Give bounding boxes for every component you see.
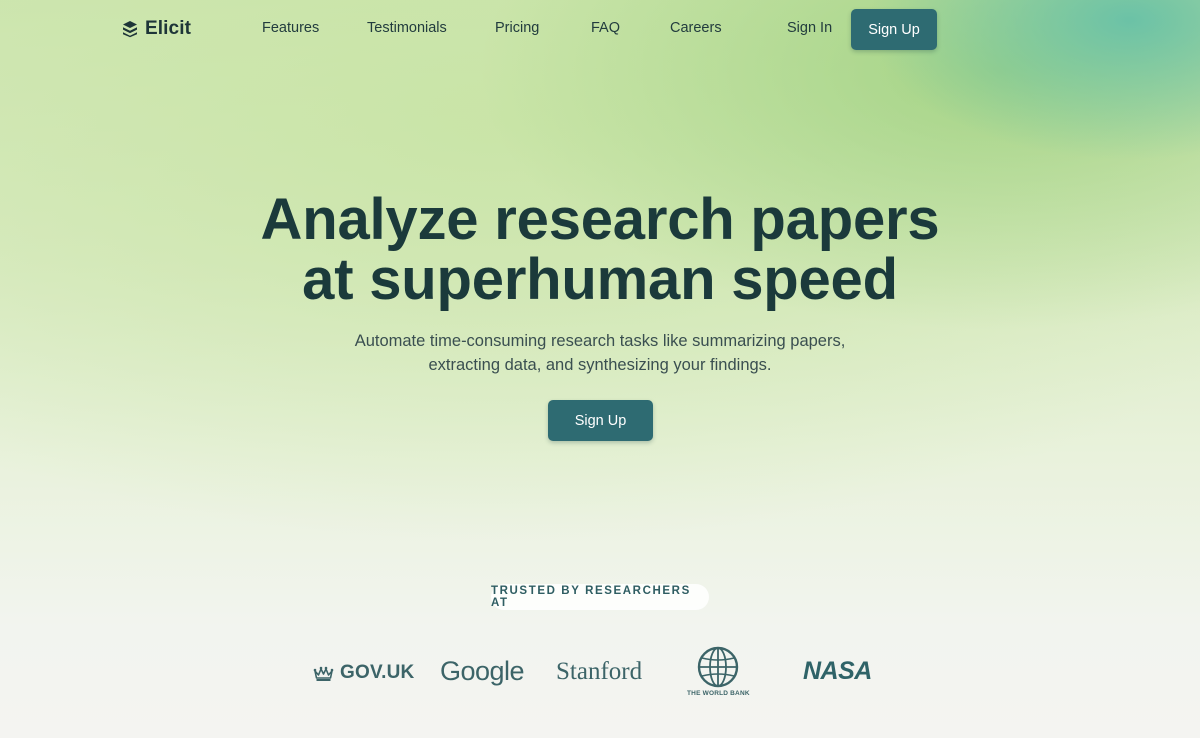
globe-icon bbox=[698, 646, 739, 688]
logo-gov-uk: GOV.UK bbox=[313, 662, 414, 684]
logo-world-bank-text: THE WORLD BANK bbox=[687, 690, 750, 697]
logo-stanford-text: Stanford bbox=[556, 658, 643, 685]
trusted-by-label: TRUSTED BY RESEARCHERS AT bbox=[491, 584, 709, 610]
sign-in-link[interactable]: Sign In bbox=[787, 20, 832, 36]
brand-logo[interactable]: Elicit bbox=[121, 18, 191, 40]
hero-title: Analyze research papers at superhuman sp… bbox=[0, 190, 1200, 310]
elicit-logo-icon bbox=[123, 21, 137, 38]
hero-subtitle: Automate time-consuming research tasks l… bbox=[0, 329, 1200, 377]
partner-logos: GOV.UK Google Stanford THE WORLD BANK NA… bbox=[0, 640, 1200, 710]
logo-google-text: Google bbox=[440, 656, 525, 686]
logo-gov-uk-text: GOV.UK bbox=[340, 662, 415, 683]
hero-subtitle-line-2: extracting data, and synthesizing your f… bbox=[428, 356, 772, 374]
logo-stanford: Stanford bbox=[556, 658, 642, 686]
nav-link-features[interactable]: Features bbox=[262, 20, 319, 36]
hero-subtitle-line-1: Automate time-consuming research tasks l… bbox=[354, 332, 846, 350]
hero-title-line-2: at superhuman speed bbox=[302, 247, 898, 312]
brand-name: Elicit bbox=[145, 18, 192, 39]
logo-nasa: NASA bbox=[803, 657, 872, 686]
hero-title-line-1: Analyze research papers bbox=[260, 187, 940, 252]
crown-icon bbox=[313, 666, 334, 681]
top-nav: Elicit Features Testimonials Pricing FAQ… bbox=[0, 0, 1200, 58]
hero-sign-up-button[interactable]: Sign Up bbox=[548, 400, 653, 441]
logo-google: Google bbox=[440, 656, 525, 687]
nav-link-careers[interactable]: Careers bbox=[670, 20, 722, 36]
nav-link-pricing[interactable]: Pricing bbox=[495, 20, 539, 36]
logo-world-bank: THE WORLD BANK bbox=[687, 646, 750, 697]
nav-sign-up-button[interactable]: Sign Up bbox=[851, 9, 937, 50]
nav-link-faq[interactable]: FAQ bbox=[591, 20, 620, 36]
nav-link-testimonials[interactable]: Testimonials bbox=[367, 20, 447, 36]
logo-nasa-text: NASA bbox=[803, 657, 872, 685]
